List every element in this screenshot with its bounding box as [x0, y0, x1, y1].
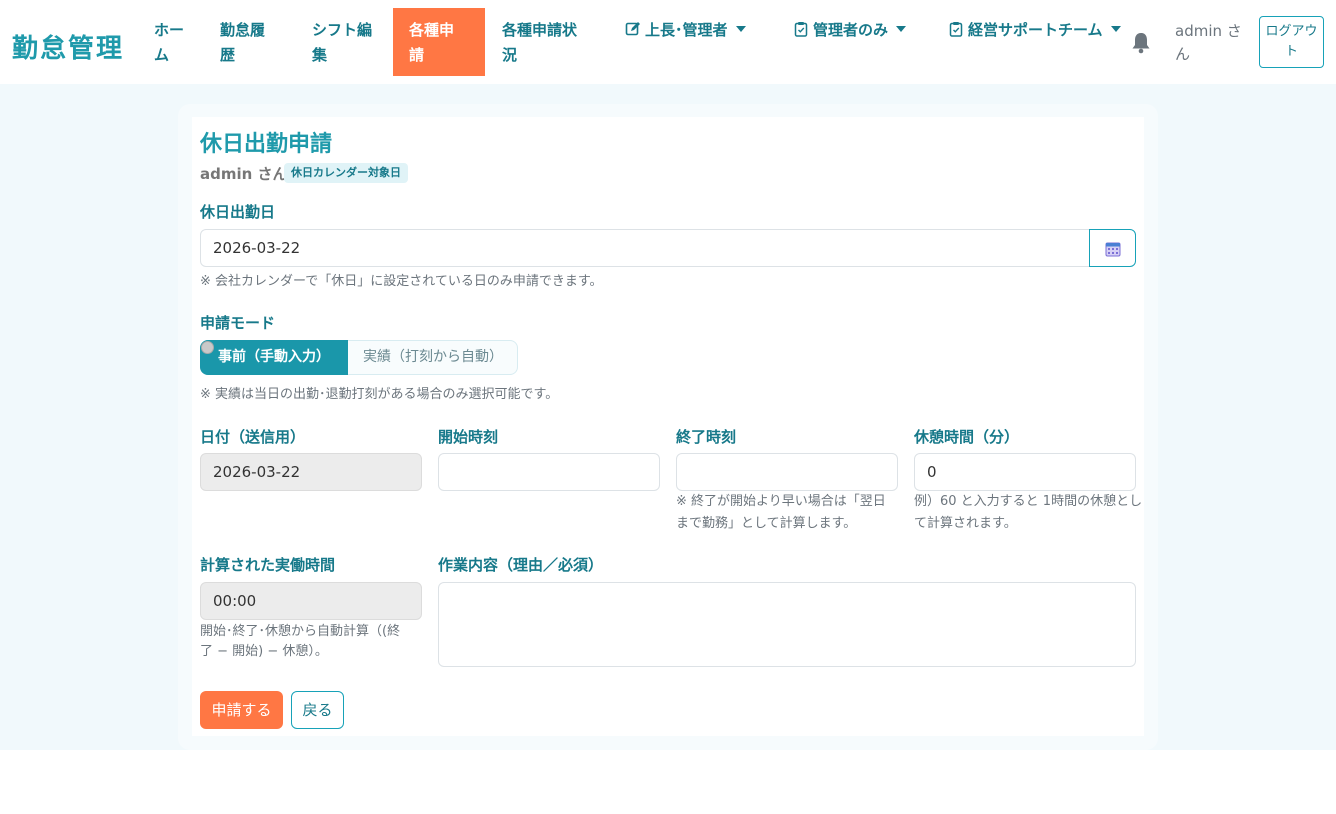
radio-indicator [201, 341, 214, 354]
calendar-icon [1105, 242, 1121, 257]
nav-attendance-history[interactable]: 勤怠履 歴 [220, 18, 265, 68]
nav-requests-label-1: 各種申 [409, 21, 455, 39]
submit-button[interactable]: 申請する [200, 691, 283, 729]
mode-help: ※ 実績は当日の出勤･退勤打刻がある場合のみ選択可能です。 [200, 387, 559, 402]
task-textarea[interactable] [438, 582, 1136, 667]
break-time-help-2: て計算されます。 [914, 516, 1017, 531]
nav-status-label-1: 各種申請状 [502, 21, 578, 39]
top-navbar: 勤怠管理 ホー ム 勤怠履 歴 シフト編 集 各種申 請 各種申請状 況 上長･… [0, 0, 1336, 84]
nav-home[interactable]: ホー ム [154, 18, 184, 68]
calendar-button[interactable] [1089, 229, 1136, 267]
clipboard-check-icon [949, 21, 963, 37]
send-date-field: 2026-03-22 [200, 453, 422, 491]
bell-icon[interactable] [1130, 31, 1152, 55]
holiday-date-label: 休日出勤日 [200, 203, 276, 221]
user-name: admin さん [1175, 22, 1242, 63]
nav-home-label-1: ホー [154, 21, 185, 39]
chevron-down-icon [896, 25, 907, 32]
mode-advance-button[interactable]: 事前（手動入力） [200, 340, 348, 375]
holiday-date-input[interactable]: 2026-03-22 [200, 229, 1090, 267]
nav-dropdown-support-team[interactable]: 経営サポートチーム [948, 18, 1121, 43]
task-label: 作業内容（理由／必須） [438, 556, 604, 574]
break-time-label: 休憩時間（分） [914, 428, 1020, 446]
start-time-label: 開始時刻 [438, 428, 499, 446]
break-time-input[interactable]: 0 [914, 453, 1136, 491]
page-title: 休日出勤申請 [200, 132, 333, 157]
worked-time-field: 00:00 [200, 582, 422, 620]
nav-requests[interactable]: 各種申 請 [393, 8, 485, 76]
end-time-input[interactable] [676, 453, 898, 491]
nav-home-label-2: ム [154, 46, 170, 64]
end-time-help-1: ※ 終了が開始より早い場合は「翌日 [676, 494, 886, 509]
applicant-name: admin さん [200, 165, 288, 183]
worked-time-label: 計算された実働時間 [200, 556, 336, 574]
send-date-label: 日付（送信用） [200, 428, 306, 446]
logout-label-2: ト [1284, 44, 1298, 59]
worked-time-help-2: 了 − 開始) − 休憩）。 [200, 644, 328, 659]
start-time-input[interactable] [438, 453, 660, 491]
nav-request-status[interactable]: 各種申請状 況 [502, 18, 577, 68]
holiday-date-help: ※ 会社カレンダーで「休日」に設定されている日のみ申請できます。 [200, 274, 603, 289]
nav-shift-label-2: 集 [312, 46, 328, 64]
chevron-down-icon [735, 25, 746, 32]
mode-actual-button[interactable]: 実績（打刻から自動） [348, 340, 518, 375]
nav-dropdown-admin[interactable]: 管理者のみ [793, 18, 907, 43]
nav-shift-label-1: シフト編 [312, 21, 373, 39]
edit-icon [625, 21, 640, 35]
nav-history-label-1: 勤怠履 [220, 21, 266, 39]
worked-time-help-1: 開始･終了･休憩から自動計算（(終 [200, 624, 401, 639]
nav-status-label-2: 況 [502, 46, 518, 64]
back-button[interactable]: 戻る [291, 691, 344, 729]
clipboard-icon [794, 21, 808, 37]
break-time-help-1: 例）60 と入力すると 1時間の休憩とし [914, 494, 1143, 509]
nav-requests-label-2: 請 [409, 46, 425, 64]
nav-supervisor-label: 上長･管理者 [645, 21, 728, 39]
end-time-help-2: まで勤務」として計算します。 [676, 516, 857, 531]
mode-label: 申請モード [200, 314, 276, 332]
nav-dropdown-supervisor[interactable]: 上長･管理者 [625, 18, 746, 43]
logout-button[interactable]: ログアウ ト [1259, 16, 1324, 68]
brand-logo[interactable]: 勤怠管理 [12, 28, 124, 65]
nav-history-label-2: 歴 [220, 46, 236, 64]
calendar-badge: 休日カレンダー対象日 [284, 163, 408, 183]
nav-support-label: 経営サポートチーム [968, 21, 1103, 39]
chevron-down-icon [1110, 25, 1121, 32]
nav-admin-label: 管理者のみ [813, 21, 889, 39]
logout-label-1: ログアウ [1265, 24, 1318, 39]
nav-shift-edit[interactable]: シフト編 集 [312, 18, 372, 68]
end-time-label: 終了時刻 [676, 428, 737, 446]
